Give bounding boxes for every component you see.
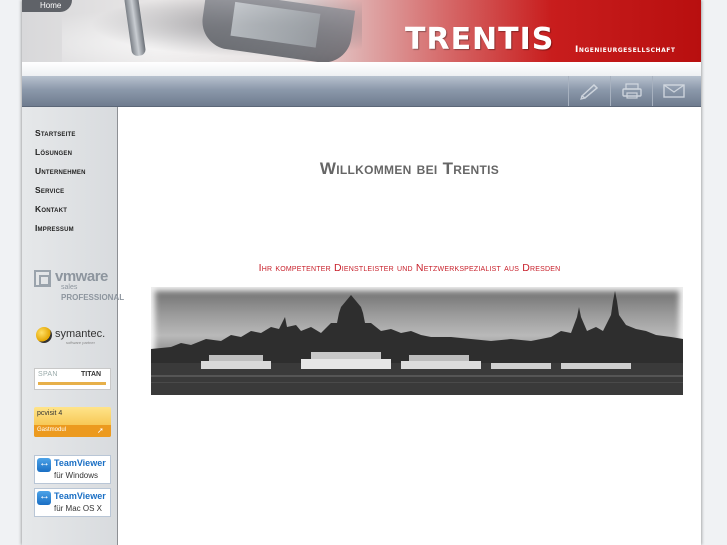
teamviewer-mac-button[interactable]: TeamViewer für Mac OS X (34, 488, 111, 517)
print-icon (621, 83, 642, 99)
main-navigation: Startseite Lösungen Unternehmen Service … (35, 124, 86, 238)
nav-item-kontakt[interactable]: Kontakt (35, 200, 86, 219)
print-button[interactable] (610, 76, 652, 106)
write-button[interactable] (568, 76, 610, 106)
mail-icon (662, 84, 685, 98)
vmware-professional-label: PROFESSIONAL (61, 293, 125, 302)
span-wordmark: SPAN (38, 371, 58, 378)
pcvisit-download-button[interactable]: pcvisit 4 Gastmodul ➚ (34, 407, 111, 437)
brand-subtitle: Ingenieurgesellschaft (575, 45, 676, 55)
teamviewer-platform: für Windows (54, 471, 99, 480)
symantec-wordmark: symantec. (55, 328, 106, 340)
mail-button[interactable] (652, 76, 694, 106)
teamviewer-name: TeamViewer (54, 458, 106, 468)
page-title: Willkommen bei Trentis (319, 159, 500, 178)
nav-item-unternehmen[interactable]: Unternehmen (35, 162, 86, 181)
span-titan-logo[interactable]: SPAN TITAN (34, 368, 111, 390)
pcvisit-module-label: Gastmodul (37, 427, 67, 433)
symantec-icon (36, 327, 52, 343)
main-content: Willkommen bei Trentis Ihr kompetenter D… (118, 107, 701, 545)
arrow-icon: ➚ (97, 426, 104, 435)
header-strip (22, 62, 701, 76)
symantec-subtitle: software partner (66, 340, 95, 345)
teamviewer-icon (37, 457, 51, 472)
dresden-panorama-image (151, 287, 683, 395)
span-titan-bar (38, 382, 106, 385)
sidebar: Startseite Lösungen Unternehmen Service … (22, 107, 124, 545)
nav-item-service[interactable]: Service (35, 181, 86, 200)
page: Home TRENTIS Ingenieurgesellschaft Start… (22, 0, 701, 545)
skyline-graphic (151, 291, 683, 395)
teamviewer-platform: für Mac OS X (54, 504, 103, 513)
nav-item-impressum[interactable]: Impressum (35, 219, 86, 238)
teamviewer-icon (37, 490, 51, 505)
brand-logo: TRENTIS (405, 22, 555, 57)
symantec-partner-logo[interactable]: symantec. software partner (34, 325, 111, 347)
write-icon (579, 83, 598, 100)
vmware-partner-logo[interactable]: vmware sales PROFESSIONAL (34, 268, 124, 308)
tagline: Ihr kompetenter Dienstleister und Netzwe… (258, 262, 561, 274)
toolbar (22, 76, 701, 107)
titan-wordmark: TITAN (81, 371, 102, 378)
nav-item-startseite[interactable]: Startseite (35, 124, 86, 143)
vmware-wordmark: vmware (55, 268, 108, 285)
nav-item-loesungen[interactable]: Lösungen (35, 143, 86, 162)
home-link[interactable]: Home (22, 0, 72, 12)
pcvisit-name: pcvisit 4 (37, 410, 63, 417)
vmware-sales-label: sales (61, 284, 78, 291)
teamviewer-windows-button[interactable]: TeamViewer für Windows (34, 455, 111, 484)
vmware-icon (34, 270, 51, 287)
teamviewer-name: TeamViewer (54, 491, 106, 501)
header-banner: Home TRENTIS Ingenieurgesellschaft (22, 0, 701, 62)
